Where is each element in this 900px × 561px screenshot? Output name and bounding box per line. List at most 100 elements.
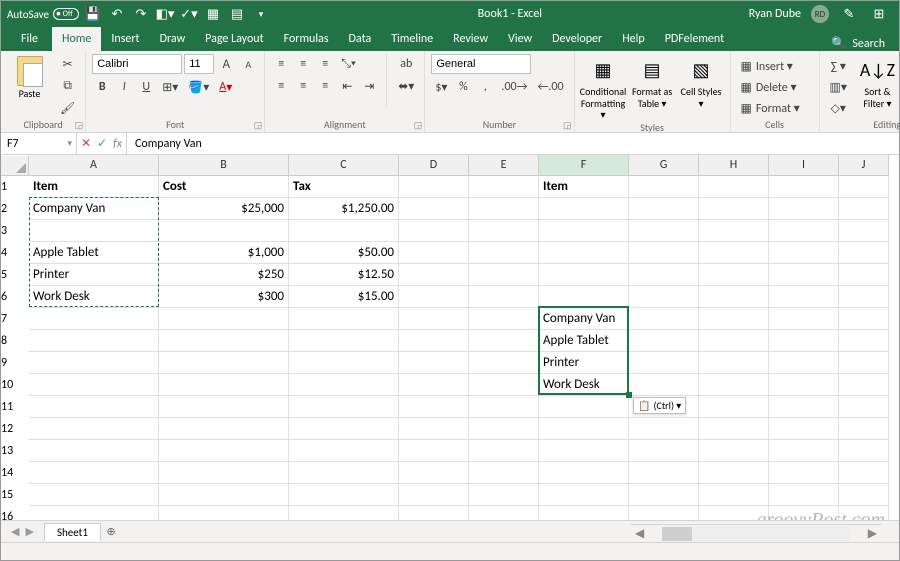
cell-B8[interactable] — [159, 330, 289, 352]
cut-icon[interactable]: ✂ — [56, 54, 79, 74]
cell-E3[interactable] — [469, 220, 539, 242]
cell-D14[interactable] — [399, 462, 469, 484]
sheet-tab[interactable]: Sheet1 — [44, 523, 101, 541]
horizontal-scrollbar[interactable]: ◀ ▶ — [631, 524, 881, 542]
cell-H2[interactable] — [699, 198, 769, 220]
cell-I9[interactable] — [769, 352, 839, 374]
cell-D6[interactable] — [399, 286, 469, 308]
touch-mode-icon[interactable]: ◧▾ — [155, 4, 175, 24]
cell-E9[interactable] — [469, 352, 539, 374]
cell-B11[interactable] — [159, 396, 289, 418]
tab-draw[interactable]: Draw — [150, 27, 196, 51]
select-all-corner[interactable] — [1, 156, 29, 176]
col-header-E[interactable]: E — [469, 155, 539, 176]
ribbon-display-icon[interactable]: ⊞ — [869, 4, 889, 24]
qat-icon-3[interactable]: ▤ — [227, 4, 247, 24]
tab-developer[interactable]: Developer — [542, 27, 612, 51]
orientation-icon[interactable]: ⤡▾ — [337, 54, 360, 74]
tab-file[interactable]: File — [7, 27, 52, 51]
cell-C9[interactable] — [289, 352, 399, 374]
cell-I2[interactable] — [769, 198, 839, 220]
cell-G2[interactable] — [629, 198, 699, 220]
row-header-7[interactable]: 7 — [1, 308, 29, 330]
tab-view[interactable]: View — [498, 27, 542, 51]
border-icon[interactable]: ⊞▾ — [158, 77, 182, 97]
cell-I12[interactable] — [769, 418, 839, 440]
cell-I15[interactable] — [769, 484, 839, 506]
cell-B14[interactable] — [159, 462, 289, 484]
cell-J12[interactable] — [839, 418, 889, 440]
cell-E14[interactable] — [469, 462, 539, 484]
cell-H10[interactable] — [699, 374, 769, 396]
cell-A10[interactable] — [29, 374, 159, 396]
cell-A13[interactable] — [29, 440, 159, 462]
cell-D10[interactable] — [399, 374, 469, 396]
cell-A9[interactable] — [29, 352, 159, 374]
cell-H6[interactable] — [699, 286, 769, 308]
cell-G4[interactable] — [629, 242, 699, 264]
cell-H5[interactable] — [699, 264, 769, 286]
qat-dropdown-icon[interactable]: ▾ — [251, 4, 271, 24]
cell-G12[interactable] — [629, 418, 699, 440]
tab-help[interactable]: Help — [612, 27, 655, 51]
cell-E4[interactable] — [469, 242, 539, 264]
cell-F7[interactable]: Company Van — [539, 308, 629, 330]
cell-A8[interactable] — [29, 330, 159, 352]
format-painter-icon[interactable]: 🖌 — [56, 98, 79, 118]
formula-input[interactable]: Company Van — [127, 133, 899, 154]
cell-C5[interactable]: $12.50 — [289, 264, 399, 286]
cell-H1[interactable] — [699, 176, 769, 198]
cell-D9[interactable] — [399, 352, 469, 374]
indent-dec-icon[interactable]: ⇤ — [337, 76, 357, 96]
col-header-D[interactable]: D — [399, 155, 469, 176]
tab-home[interactable]: Home — [52, 27, 101, 51]
fill-color-icon[interactable]: 🪣▾ — [184, 77, 213, 97]
font-family-select[interactable] — [92, 54, 182, 74]
paste-button[interactable]: Paste — [7, 54, 52, 100]
cell-G9[interactable] — [629, 352, 699, 374]
scroll-left-icon[interactable]: ◀ — [631, 526, 648, 541]
cell-D2[interactable] — [399, 198, 469, 220]
undo-icon[interactable]: ↶ — [107, 4, 127, 24]
row-header-11[interactable]: 11 — [1, 396, 29, 418]
cell-J15[interactable] — [839, 484, 889, 506]
cell-C2[interactable]: $1,250.00 — [289, 198, 399, 220]
row-header-4[interactable]: 4 — [1, 242, 29, 264]
cell-E13[interactable] — [469, 440, 539, 462]
cell-B3[interactable] — [159, 220, 289, 242]
cell-B2[interactable]: $25,000 — [159, 198, 289, 220]
merge-button[interactable]: ⬌▾ — [394, 76, 418, 96]
cell-F4[interactable] — [539, 242, 629, 264]
enter-icon[interactable]: ✓ — [97, 136, 107, 151]
cell-E8[interactable] — [469, 330, 539, 352]
cell-B7[interactable] — [159, 308, 289, 330]
number-format-select[interactable] — [431, 54, 531, 74]
decrease-font-icon[interactable]: A — [238, 54, 258, 74]
new-sheet-button[interactable]: ⊕ — [101, 525, 121, 538]
cell-I4[interactable] — [769, 242, 839, 264]
tab-review[interactable]: Review — [443, 27, 498, 51]
col-header-C[interactable]: C — [289, 155, 399, 176]
fx-icon[interactable]: fx — [113, 137, 122, 151]
cell-A4[interactable]: Apple Tablet — [29, 242, 159, 264]
cell-G14[interactable] — [629, 462, 699, 484]
cell-D8[interactable] — [399, 330, 469, 352]
cell-C12[interactable] — [289, 418, 399, 440]
redo-icon[interactable]: ↷ — [131, 4, 151, 24]
currency-icon[interactable]: $▾ — [431, 77, 451, 97]
cell-C11[interactable] — [289, 396, 399, 418]
cell-J9[interactable] — [839, 352, 889, 374]
cell-J4[interactable] — [839, 242, 889, 264]
cell-G8[interactable] — [629, 330, 699, 352]
cell-D5[interactable] — [399, 264, 469, 286]
cell-C3[interactable] — [289, 220, 399, 242]
cell-I10[interactable] — [769, 374, 839, 396]
user-avatar[interactable]: RD — [811, 5, 829, 23]
conditional-formatting-button[interactable]: ▦Conditional Formatting ▾ — [581, 54, 626, 121]
font-size-select[interactable] — [184, 54, 214, 74]
cell-J7[interactable] — [839, 308, 889, 330]
cell-E6[interactable] — [469, 286, 539, 308]
bold-button[interactable]: B — [92, 77, 112, 97]
tab-insert[interactable]: Insert — [101, 27, 149, 51]
cell-B9[interactable] — [159, 352, 289, 374]
